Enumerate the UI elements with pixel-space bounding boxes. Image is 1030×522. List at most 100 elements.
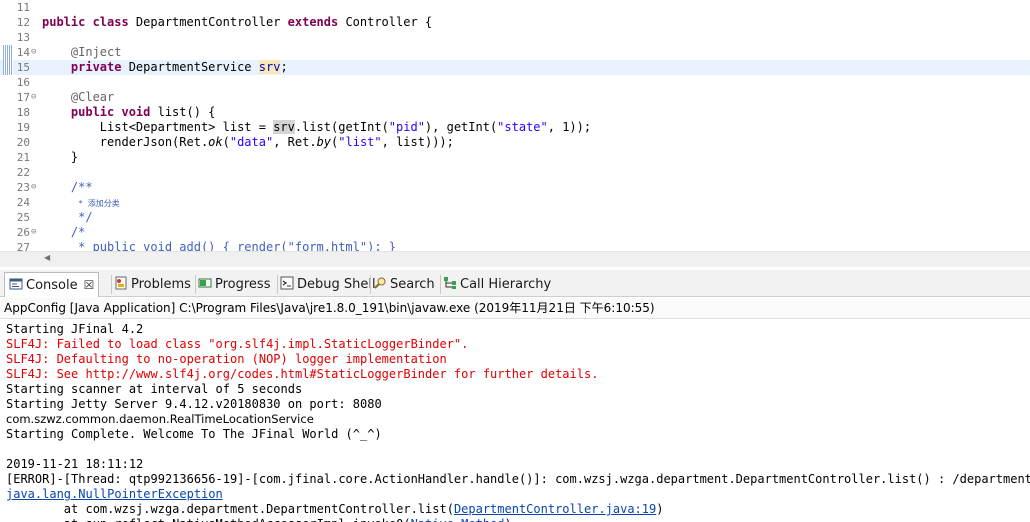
- code-token: srv: [258, 60, 281, 74]
- console-line: at sun.reflect.NativeMethodAccessorImpl.…: [6, 517, 512, 522]
- console-line: Starting Complete. Welcome To The JFinal…: [6, 427, 382, 441]
- code-line[interactable]: 20 renderJson(Ret.ok("data", Ret.by("lis…: [0, 135, 1030, 150]
- code-text: public void list() {: [42, 105, 216, 120]
- code-line[interactable]: 27 * public void add() { render("form.ht…: [0, 240, 1030, 251]
- tab-label: Problems: [131, 277, 191, 292]
- debug-shell-icon: [280, 276, 294, 290]
- code-token: list() {: [157, 105, 216, 119]
- code-line[interactable]: 16: [0, 75, 1030, 90]
- tab-label: Debug Shell: [297, 277, 376, 292]
- code-text: /*: [42, 225, 85, 240]
- line-number: 17: [16, 91, 30, 104]
- code-line[interactable]: 19 List<Department> list = srv.list(getI…: [0, 120, 1030, 135]
- code-token: }: [42, 150, 79, 164]
- code-token: "list": [338, 135, 382, 149]
- fold-collapse-icon[interactable]: ⊖: [31, 90, 36, 105]
- code-line[interactable]: 24 * 添加分类: [0, 195, 1030, 210]
- console-line: at com.wzsj.wzga.department.DepartmentCo…: [6, 502, 664, 517]
- stacktrace-link[interactable]: DepartmentController.java:19: [454, 502, 656, 516]
- code-line[interactable]: 13: [0, 30, 1030, 45]
- code-token: "data": [229, 135, 274, 149]
- code-line[interactable]: 23 ⊖ /**: [0, 180, 1030, 195]
- tab-label: Call Hierarchy: [460, 277, 552, 292]
- console-launch-description: AppConfig [Java Application] C:\Program …: [0, 298, 1030, 319]
- code-token: */: [42, 210, 93, 224]
- code-line[interactable]: 22: [0, 165, 1030, 180]
- problems-icon: [114, 276, 128, 290]
- fold-collapse-icon[interactable]: ⊖: [31, 180, 36, 195]
- line-number: 24: [16, 196, 30, 209]
- bottom-panel-tab-bar: Console ☒ Problems Progress Debug Shell Searc…: [0, 270, 1030, 297]
- stacktrace-link[interactable]: Native Method: [411, 517, 505, 522]
- console-output[interactable]: Starting JFinal 4.2 SLF4J: Failed to load…: [0, 320, 1030, 522]
- code-token: ok: [208, 135, 223, 149]
- line-number: 25: [16, 211, 30, 224]
- code-token: "pid": [388, 120, 425, 134]
- scroll-left-icon[interactable]: ◀: [44, 253, 50, 262]
- code-text: * 添加分类: [42, 195, 120, 211]
- search-icon: [373, 276, 387, 290]
- code-line[interactable]: 25 */: [0, 210, 1030, 225]
- code-text: }: [42, 150, 78, 165]
- tab-progress[interactable]: Progress: [198, 274, 270, 296]
- console-text: ): [656, 502, 664, 516]
- code-token: public void: [70, 105, 158, 119]
- line-number: 19: [16, 121, 30, 134]
- console-line: [ERROR]-[Thread: qtp992136656-19]-[com.j…: [6, 472, 1030, 486]
- code-token: by: [316, 135, 332, 149]
- close-tab-icon[interactable]: ☒: [84, 278, 95, 292]
- fold-collapse-icon[interactable]: ⊖: [31, 225, 36, 240]
- tab-separator: [277, 275, 278, 294]
- line-number: 23: [16, 181, 30, 194]
- line-number: 21: [16, 151, 30, 164]
- code-line[interactable]: 12 public class DepartmentController exte…: [0, 15, 1030, 30]
- code-line[interactable]: 15 private DepartmentService srv;: [0, 60, 1030, 75]
- code-line[interactable]: 21 }: [0, 150, 1030, 165]
- code-token: , 1));: [547, 120, 592, 134]
- code-token: ;: [280, 60, 288, 74]
- code-token: Controller {: [345, 15, 433, 29]
- console-line: Starting scanner at interval of 5 second…: [6, 382, 303, 396]
- code-line[interactable]: 26 ⊖ /*: [0, 225, 1030, 240]
- code-line[interactable]: 14 ⊖ @Inject: [0, 45, 1030, 60]
- code-token: public class: [42, 15, 136, 29]
- stacktrace-link[interactable]: java.lang.NullPointerException: [6, 487, 223, 501]
- code-token: * public void add() { render("form.html"…: [42, 240, 397, 251]
- code-text: * public void add() { render("form.html"…: [42, 240, 396, 251]
- tab-problems[interactable]: Problems: [114, 274, 191, 296]
- line-number: 20: [16, 136, 30, 149]
- editor-horizontal-scrollbar[interactable]: ◀: [0, 251, 1030, 267]
- tab-separator: [370, 275, 371, 294]
- console-line: 2019-11-21 18:11:12: [6, 457, 144, 471]
- code-text: @Clear: [42, 90, 114, 105]
- code-text: private DepartmentService srv;: [42, 60, 288, 75]
- console-line: Starting JFinal 4.2: [6, 322, 144, 336]
- code-line[interactable]: 17 ⊖ @Clear: [0, 90, 1030, 105]
- code-line[interactable]: 11: [0, 0, 1030, 15]
- line-number: 16: [16, 76, 30, 89]
- code-token: @Clear: [70, 90, 115, 104]
- console-line: java.lang.NullPointerException: [6, 487, 223, 502]
- line-number: 18: [16, 106, 30, 119]
- code-line[interactable]: 18 public void list() {: [0, 105, 1030, 120]
- code-text: @Inject: [42, 45, 122, 60]
- code-token: List<Department> list =: [42, 120, 274, 134]
- tab-call-hierarchy[interactable]: Call Hierarchy: [443, 274, 551, 296]
- tab-label: Console: [26, 278, 78, 293]
- code-editor[interactable]: 11 12 public class DepartmentController ex…: [0, 0, 1030, 251]
- fold-collapse-icon[interactable]: ⊖: [31, 45, 36, 60]
- tab-search[interactable]: Search: [373, 274, 435, 296]
- code-token: ), getInt(: [424, 120, 498, 134]
- code-token: "state": [497, 120, 548, 134]
- tab-console[interactable]: Console ☒: [4, 272, 100, 297]
- code-text: */: [42, 210, 93, 225]
- line-number: 11: [16, 1, 30, 14]
- tab-debug-shell[interactable]: Debug Shell: [280, 274, 376, 296]
- code-token: /*: [70, 225, 86, 239]
- call-hierarchy-icon: [443, 276, 457, 290]
- tab-label: Progress: [215, 277, 271, 292]
